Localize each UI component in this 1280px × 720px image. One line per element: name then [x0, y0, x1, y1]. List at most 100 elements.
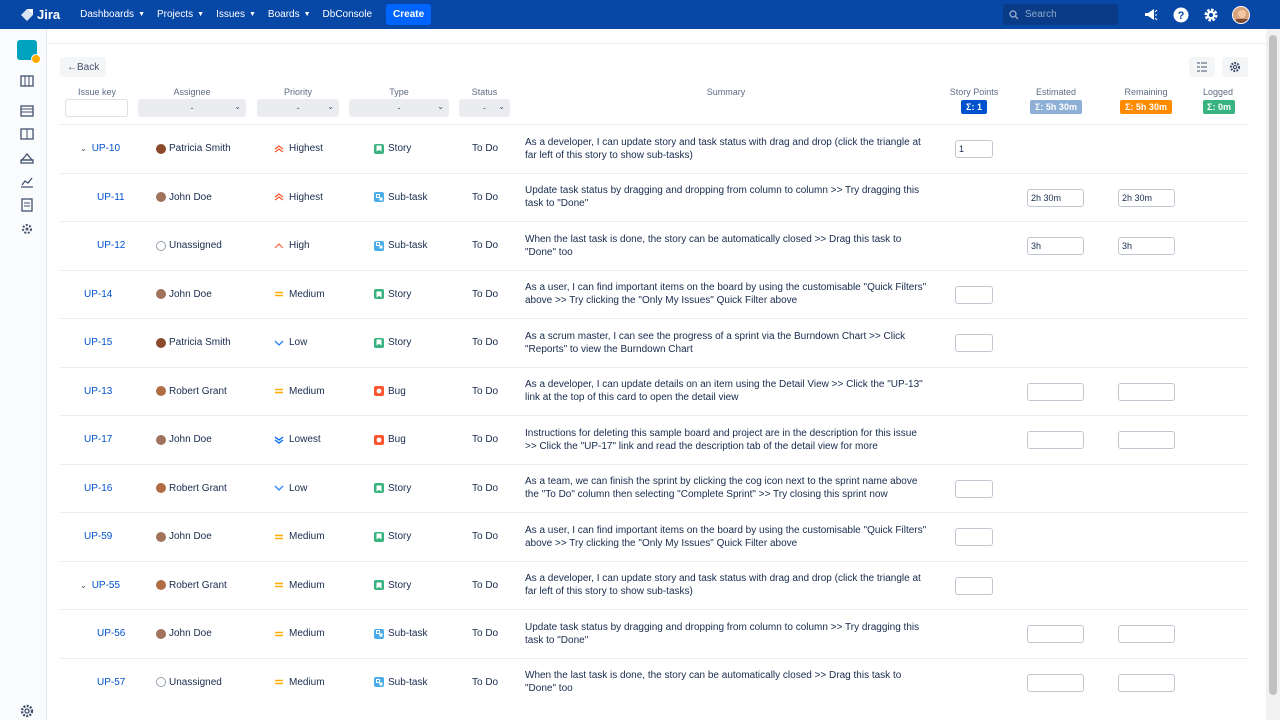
- nav-projects[interactable]: Projects ▼: [157, 9, 204, 20]
- nav-boards[interactable]: Boards ▼: [268, 9, 311, 20]
- estimated-input[interactable]: [1027, 625, 1084, 643]
- issue-key-link[interactable]: UP-15: [84, 337, 112, 348]
- remaining-input[interactable]: [1118, 431, 1175, 449]
- type-filter-select[interactable]: - ⌄: [349, 99, 449, 117]
- scrollbar[interactable]: [1266, 29, 1280, 720]
- status-filter-select[interactable]: - ⌄: [459, 99, 510, 117]
- nav-issues[interactable]: Issues ▼: [216, 9, 256, 20]
- story-points-input[interactable]: [955, 334, 993, 352]
- table-row[interactable]: UP-15 Patricia Smith Low Story To Do As a scr…: [60, 318, 1248, 367]
- remaining-input[interactable]: [1118, 625, 1175, 643]
- components-icon[interactable]: [20, 222, 34, 236]
- story-points-input[interactable]: [955, 285, 993, 304]
- table-row[interactable]: UP-12 Unassigned High Sub-task To Do When the…: [60, 221, 1248, 270]
- issue-key-link[interactable]: UP-10: [92, 143, 120, 154]
- jira-logo[interactable]: Jira: [20, 7, 60, 22]
- assignee-filter-select[interactable]: - ⌄: [138, 99, 246, 117]
- table-row[interactable]: UP-56 John Doe Medium Sub-task To Do Update t…: [60, 609, 1248, 658]
- priority-filter-select[interactable]: - ⌄: [257, 99, 339, 117]
- issue-key-link[interactable]: UP-12: [97, 240, 125, 251]
- expand-chevron-icon[interactable]: ⌄: [80, 144, 87, 153]
- gear-icon: [1229, 61, 1241, 73]
- header-remaining[interactable]: Remaining: [1116, 87, 1176, 97]
- back-button[interactable]: ← Back: [60, 57, 107, 77]
- releases-icon[interactable]: [20, 151, 34, 165]
- column-config-button[interactable]: [1189, 57, 1215, 77]
- issue-key-filter-input[interactable]: [65, 99, 128, 117]
- table-row[interactable]: UP-16 Robert Grant Low Story To Do As a team,…: [60, 463, 1248, 513]
- header-issue-key[interactable]: Issue key: [65, 87, 129, 97]
- header-type[interactable]: Type: [349, 87, 449, 97]
- type-cell: Sub-task: [374, 222, 427, 270]
- issue-key-link[interactable]: UP-17: [84, 434, 112, 445]
- active-sprint-icon[interactable]: [20, 104, 34, 118]
- header-status[interactable]: Status: [459, 87, 510, 97]
- remaining-input[interactable]: [1118, 382, 1175, 401]
- remaining-input[interactable]: 2h 30m: [1118, 188, 1175, 207]
- project-settings-icon[interactable]: [20, 704, 34, 718]
- assignee-cell: John Doe: [156, 174, 212, 222]
- summary-cell: Update task status by dragging and dropp…: [525, 610, 929, 658]
- priority-label: Medium: [289, 676, 325, 688]
- header-priority[interactable]: Priority: [257, 87, 339, 97]
- header-assignee[interactable]: Assignee: [138, 87, 246, 97]
- user-avatar[interactable]: [1232, 5, 1250, 24]
- backlog-icon[interactable]: [20, 74, 34, 88]
- issue-key-link[interactable]: UP-16: [84, 483, 112, 494]
- settings-gear-icon[interactable]: [1202, 6, 1220, 24]
- scrollbar-thumb[interactable]: [1269, 35, 1277, 695]
- issue-key-cell: UP-11: [97, 174, 125, 222]
- issue-key-link[interactable]: UP-14: [84, 289, 112, 300]
- nav-dashboards[interactable]: Dashboards ▼: [80, 9, 145, 20]
- header-estimated[interactable]: Estimated: [1026, 87, 1086, 97]
- search-icon: [1009, 9, 1019, 19]
- issue-key-link[interactable]: UP-11: [97, 192, 125, 203]
- board-icon[interactable]: [20, 127, 34, 141]
- project-avatar[interactable]: [17, 40, 41, 64]
- issues-icon[interactable]: [20, 198, 34, 212]
- create-button[interactable]: Create: [386, 4, 432, 25]
- search-input[interactable]: Search: [1003, 4, 1118, 25]
- remaining-input[interactable]: 3h: [1118, 237, 1175, 255]
- table-row[interactable]: UP-17 John Doe Lowest Bug To Do Instructions …: [60, 415, 1248, 464]
- estimated-input[interactable]: 2h 30m: [1027, 188, 1084, 207]
- table-row[interactable]: ⌄ UP-10 Patricia Smith Highest Story To Do As …: [60, 124, 1248, 173]
- issue-key-link[interactable]: UP-59: [84, 531, 112, 542]
- priority-label: Medium: [289, 531, 325, 543]
- table-row[interactable]: ⌄ UP-55 Robert Grant Medium Story To Do As a d…: [60, 560, 1248, 610]
- header-logged[interactable]: Logged: [1191, 87, 1245, 97]
- settings-button[interactable]: [1222, 57, 1248, 77]
- story-points-input[interactable]: 1: [955, 140, 993, 158]
- table-row[interactable]: UP-11 John Doe Highest Sub-task To Do Update …: [60, 172, 1248, 222]
- status-cell: To Do: [472, 288, 499, 300]
- table-row[interactable]: UP-57 Unassigned Medium Sub-task To Do When t…: [60, 657, 1248, 707]
- story-points-input[interactable]: [955, 576, 993, 595]
- issue-key-link[interactable]: UP-57: [97, 677, 125, 688]
- nav-dbconsole[interactable]: DbConsole: [323, 9, 372, 20]
- megaphone-icon[interactable]: [1142, 6, 1160, 24]
- priority-cell: Medium: [273, 368, 325, 416]
- expand-chevron-icon[interactable]: ⌄: [80, 581, 87, 590]
- header-story-points[interactable]: Story Points: [944, 87, 1004, 97]
- story-points-input[interactable]: [955, 479, 993, 498]
- table-row[interactable]: UP-59 John Doe Medium Story To Do As a user, …: [60, 512, 1248, 561]
- issue-key-link[interactable]: UP-56: [97, 628, 125, 639]
- help-icon[interactable]: ?: [1172, 6, 1190, 24]
- table-row[interactable]: UP-13 Robert Grant Medium Bug To Do As a deve…: [60, 366, 1248, 416]
- header-summary[interactable]: Summary: [526, 87, 926, 97]
- estimated-input[interactable]: [1027, 673, 1084, 692]
- status-cell: To Do: [472, 143, 499, 155]
- estimated-input[interactable]: [1027, 431, 1084, 449]
- table-row[interactable]: UP-14 John Doe Medium Story To Do As a user, …: [60, 269, 1248, 319]
- summary-text: As a user, I can find important items on…: [525, 524, 927, 549]
- remaining-input[interactable]: [1118, 673, 1175, 692]
- summary-cell: When the last task is done, the story ca…: [525, 659, 929, 707]
- priority-cell: Medium: [273, 659, 325, 707]
- story-points-input[interactable]: [955, 528, 993, 546]
- reports-icon[interactable]: [20, 175, 34, 189]
- estimated-input[interactable]: 3h: [1027, 237, 1084, 255]
- issue-key-link[interactable]: UP-55: [92, 580, 120, 591]
- estimated-input[interactable]: [1027, 382, 1084, 401]
- issue-key-link[interactable]: UP-13: [84, 386, 112, 397]
- type-label: Bug: [388, 434, 406, 446]
